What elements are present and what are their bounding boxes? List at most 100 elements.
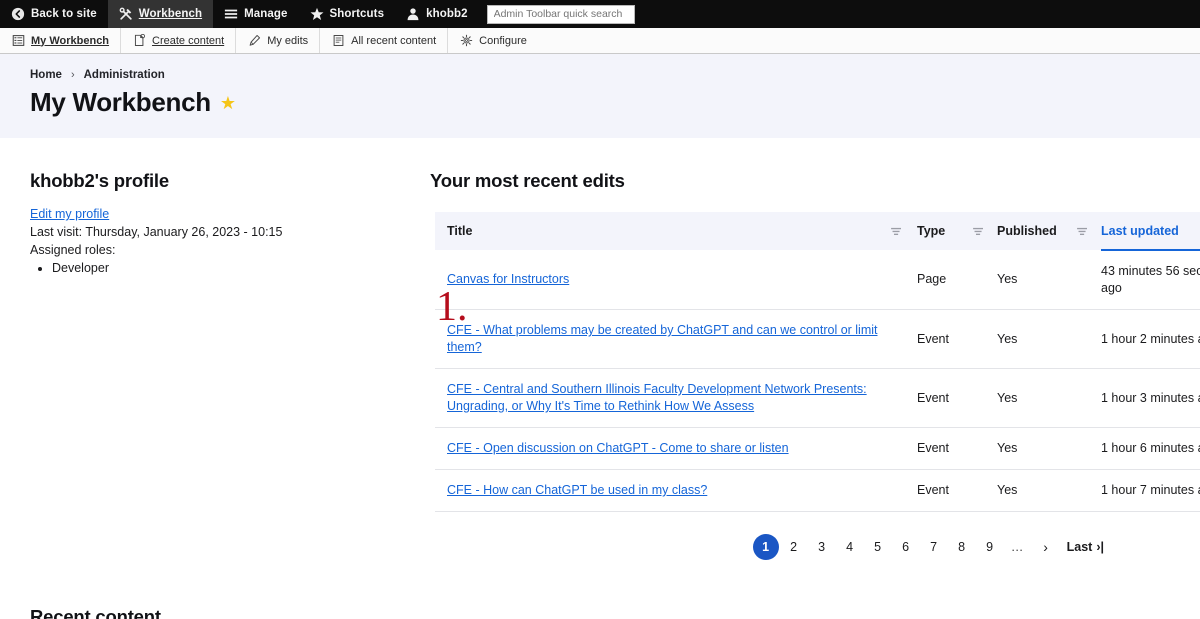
subtoolbar-create-content-label: Create content [152, 34, 225, 47]
cell-spacer [887, 427, 917, 470]
breadcrumb-home[interactable]: Home [30, 69, 62, 81]
create-content-icon [132, 34, 146, 48]
page-link-4[interactable]: 4 [837, 534, 863, 560]
page-link-2[interactable]: 2 [781, 534, 807, 560]
main-content: 1. 2. khobb2's profile Edit my profile L… [0, 138, 1200, 619]
page-link-5[interactable]: 5 [865, 534, 891, 560]
hamburger-menu-icon [224, 7, 238, 21]
subtoolbar-my-edits-label: My edits [267, 34, 309, 47]
assigned-roles-label: Assigned roles: [30, 243, 116, 257]
subtoolbar-my-workbench-label: My Workbench [31, 34, 110, 47]
role-item: Developer [52, 259, 430, 277]
cell-title: Canvas for Instructors [435, 250, 887, 310]
edit-my-profile-link[interactable]: Edit my profile [30, 207, 109, 221]
sort-icon[interactable] [973, 227, 984, 236]
column-sort-handle-title[interactable] [887, 212, 917, 250]
cell-spacer [1073, 368, 1101, 428]
column-sort-handle-published[interactable] [1073, 212, 1101, 250]
column-header-type[interactable]: Type [917, 212, 969, 250]
table-row: Canvas for Instructors Page Yes 43 minut… [435, 250, 1200, 310]
cell-published: Yes [997, 250, 1073, 310]
cell-last-updated: 43 minutes 56 seconds ago [1101, 250, 1200, 310]
cell-spacer [969, 250, 997, 310]
pagination-ellipsis: … [1010, 540, 1025, 554]
cell-spacer [969, 427, 997, 470]
cell-type: Event [917, 469, 969, 512]
subtoolbar-my-workbench[interactable]: My Workbench [0, 28, 122, 53]
cell-spacer [887, 309, 917, 369]
page-link-6[interactable]: 6 [893, 534, 919, 560]
back-arrow-icon [11, 7, 25, 21]
subtoolbar-my-edits[interactable]: My edits [236, 28, 321, 53]
cell-spacer [969, 309, 997, 369]
page-link-7[interactable]: 7 [921, 534, 947, 560]
cell-last-updated: 1 hour 2 minutes ago [1101, 309, 1200, 369]
next-page-icon[interactable]: › [1033, 534, 1059, 560]
cell-title: CFE - Central and Southern Illinois Facu… [435, 368, 887, 428]
star-icon [310, 7, 324, 21]
search-input[interactable] [486, 4, 635, 24]
workbench-list-icon [11, 34, 25, 48]
toolbar-back-to-site[interactable]: Back to site [0, 0, 108, 28]
page-link-1[interactable]: 1 [752, 534, 779, 560]
column-header-last-updated[interactable]: Last updated [1101, 212, 1200, 251]
recent-edits-heading: Your most recent edits [430, 170, 625, 191]
toolbar-workbench-label: Workbench [138, 8, 203, 20]
last-page-link[interactable]: Last ›| [1061, 534, 1110, 560]
subtoolbar-all-recent-content[interactable]: All recent content [320, 28, 449, 53]
subtoolbar-configure-label: Configure [479, 34, 527, 47]
cell-published: Yes [997, 309, 1073, 369]
last-page-label: Last [1066, 540, 1093, 554]
profile-details: Edit my profile Last visit: Thursday, Ja… [30, 205, 430, 277]
recent-content-heading: Recent content [30, 606, 161, 619]
recent-edits-tbody: Canvas for Instructors Page Yes 43 minut… [435, 250, 1200, 512]
sort-icon[interactable] [1077, 227, 1088, 236]
toolbar-user-account[interactable]: khobb2 [395, 0, 479, 28]
sort-icon[interactable] [891, 227, 902, 236]
toolbar-shortcuts[interactable]: Shortcuts [299, 0, 396, 28]
cell-type: Event [917, 368, 969, 428]
profile-panel: khobb2's profile Edit my profile Last vi… [0, 170, 430, 277]
cell-published: Yes [997, 469, 1073, 512]
favorite-star-icon[interactable]: ★ [220, 94, 236, 112]
recent-edits-panel: Your most recent edits Title Type Publis… [430, 170, 1200, 560]
breadcrumb-administration[interactable]: Administration [84, 69, 165, 81]
admin-toolbar: Back to site Workbench Manage Shortcuts … [0, 0, 1200, 28]
page-link-3[interactable]: 3 [809, 534, 835, 560]
breadcrumb: Home › Administration [30, 69, 1200, 81]
subtoolbar-configure[interactable]: Configure [448, 28, 538, 53]
last-visit-text: Last visit: Thursday, January 26, 2023 -… [30, 225, 283, 239]
page-link-9[interactable]: 9 [977, 534, 1003, 560]
toolbar-manage-label: Manage [244, 8, 288, 20]
page-title-row: My Workbench ★ [30, 87, 1200, 118]
toolbar-workbench[interactable]: Workbench [107, 0, 214, 28]
pagination: 1 2 3 4 5 6 7 8 9 … › Last ›| [435, 512, 1200, 560]
cell-type: Page [917, 250, 969, 310]
workbench-subtoolbar: My Workbench Create content My edits All… [0, 28, 1200, 54]
content-title-link[interactable]: CFE - How can ChatGPT be used in my clas… [447, 483, 707, 497]
last-page-icon: ›| [1096, 540, 1104, 554]
user-icon [406, 7, 420, 21]
cell-spacer [887, 368, 917, 428]
column-header-published[interactable]: Published [997, 212, 1073, 250]
cell-spacer [1073, 469, 1101, 512]
cell-last-updated: 1 hour 6 minutes ago [1101, 427, 1200, 470]
toolbar-back-to-site-label: Back to site [31, 8, 97, 20]
recent-edits-thead: Title Type Published Last updated [435, 212, 1200, 251]
content-title-link[interactable]: CFE - Open discussion on ChatGPT - Come … [447, 441, 789, 455]
toolbar-manage[interactable]: Manage [213, 0, 298, 28]
table-row: CFE - How can ChatGPT be used in my clas… [435, 469, 1200, 512]
cell-spacer [1073, 250, 1101, 310]
table-row: CFE - What problems may be created by Ch… [435, 309, 1200, 369]
cell-spacer [887, 250, 917, 310]
profile-heading: khobb2's profile [30, 170, 169, 191]
page-link-8[interactable]: 8 [949, 534, 975, 560]
table-header-row: Title Type Published Last updated [435, 212, 1200, 251]
subtoolbar-create-content[interactable]: Create content [121, 28, 237, 53]
column-sort-handle-type[interactable] [969, 212, 997, 250]
content-title-link[interactable]: CFE - What problems may be created by Ch… [447, 323, 878, 354]
pencil-icon [247, 34, 261, 48]
column-header-title[interactable]: Title [435, 212, 887, 250]
content-title-link[interactable]: CFE - Central and Southern Illinois Facu… [447, 382, 867, 413]
content-title-link[interactable]: Canvas for Instructors [447, 272, 569, 286]
